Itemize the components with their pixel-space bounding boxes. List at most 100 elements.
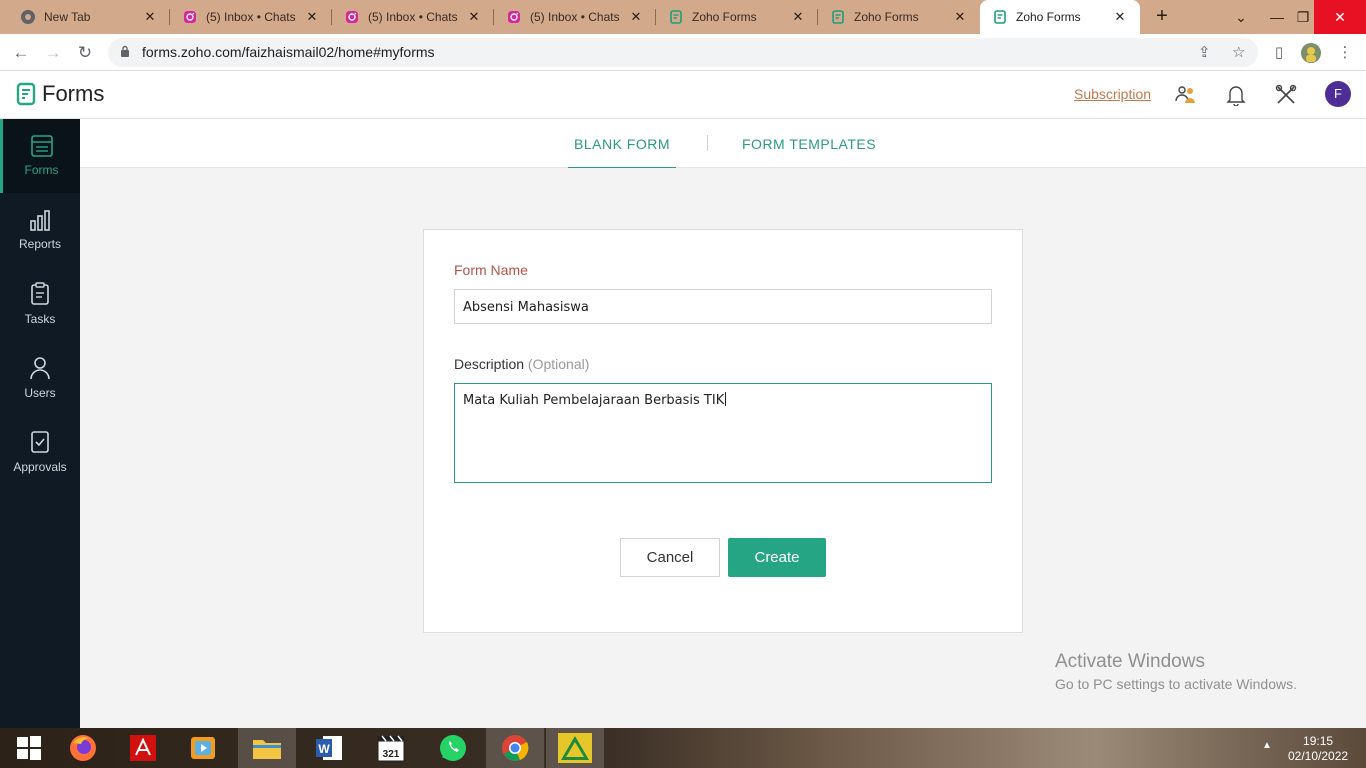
windows-start-icon[interactable] xyxy=(0,728,58,768)
forms-icon xyxy=(30,135,53,157)
browser-tab[interactable]: (5) Inbox • Chats ✕ xyxy=(494,0,656,34)
window-close-button[interactable]: ✕ xyxy=(1314,0,1366,34)
tray-expand-icon[interactable]: ▲ xyxy=(1262,740,1272,751)
form-name-label: Form Name xyxy=(454,262,528,278)
firefox-icon[interactable] xyxy=(54,728,112,768)
media-player-icon[interactable] xyxy=(174,728,232,768)
clipboard-icon xyxy=(31,282,49,305)
tab-title: Zoho Forms xyxy=(1016,10,1081,24)
forward-icon[interactable]: → xyxy=(42,42,64,64)
url-field[interactable]: forms.zoho.com/faizhaismail02/home#myfor… xyxy=(108,38,1258,67)
word-icon[interactable]: W xyxy=(300,728,358,768)
address-bar: ← → ↻ forms.zoho.com/faizhaismail02/home… xyxy=(0,34,1366,71)
create-button[interactable]: Create xyxy=(728,538,826,577)
watermark-subtitle: Go to PC settings to activate Windows. xyxy=(1055,676,1297,692)
share-icon[interactable]: ⇪ xyxy=(1198,43,1211,61)
close-tab-icon[interactable]: ✕ xyxy=(1112,9,1128,25)
chrome-menu-icon[interactable]: ⋮ xyxy=(1334,42,1356,64)
url-text: forms.zoho.com/faizhaismail02/home#myfor… xyxy=(142,44,435,60)
instagram-icon xyxy=(344,9,360,25)
zoho-forms-icon xyxy=(830,9,846,25)
app-green-triangle-icon[interactable] xyxy=(546,728,604,768)
team-users-icon[interactable] xyxy=(1174,83,1198,107)
taskbar-clock[interactable]: 19:15 02/10/2022 xyxy=(1288,734,1348,764)
settings-tools-icon[interactable] xyxy=(1274,83,1298,107)
sidebar-item-users[interactable]: Users xyxy=(0,341,80,415)
tab-form-templates[interactable]: FORM TEMPLATES xyxy=(742,136,876,152)
windows-taskbar: W 321 xyxy=(0,728,1366,768)
bookmark-star-icon[interactable]: ☆ xyxy=(1232,43,1245,61)
description-label-text: Description xyxy=(454,356,525,372)
app-header: Forms Subscription xyxy=(0,71,1366,119)
tab-title: Zoho Forms xyxy=(692,10,757,24)
form-name-input[interactable]: Absensi Mahasiswa xyxy=(454,289,992,324)
close-tab-icon[interactable]: ✕ xyxy=(628,9,644,25)
sidebar-item-reports[interactable]: Reports xyxy=(0,193,80,267)
clock-time: 19:15 xyxy=(1303,734,1334,748)
instagram-icon xyxy=(182,9,198,25)
instagram-icon xyxy=(506,9,522,25)
sidebar-item-label: Tasks xyxy=(24,312,56,326)
form-type-tabs: BLANK FORM FORM TEMPLATES xyxy=(80,119,1366,169)
description-textarea[interactable]: Mata Kuliah Pembelajaraan Berbasis TIK xyxy=(454,383,992,483)
description-label: Description (Optional) xyxy=(454,356,589,372)
approval-icon xyxy=(31,431,49,453)
brand[interactable]: Forms xyxy=(16,81,104,107)
new-tab-button[interactable]: + xyxy=(1150,5,1174,29)
app-name: Forms xyxy=(42,81,105,106)
browser-tab-strip: New Tab ✕ (5) Inbox • Chats ✕ (5) Inbox … xyxy=(0,0,1366,34)
user-avatar[interactable]: F xyxy=(1325,81,1351,107)
forms-logo-icon xyxy=(16,82,36,106)
svg-text:321: 321 xyxy=(383,749,400,760)
close-tab-icon[interactable]: ✕ xyxy=(304,9,320,25)
main-content: Form Name Absensi Mahasiswa Description … xyxy=(80,168,1366,728)
sidebar-item-label: Approvals xyxy=(13,460,67,474)
zoho-forms-icon xyxy=(992,9,1008,25)
description-text: Mata Kuliah Pembelajaraan Berbasis TIK xyxy=(463,393,725,408)
lock-icon xyxy=(120,45,130,60)
sidebar-item-approvals[interactable]: Approvals xyxy=(0,415,80,489)
create-form-card: Form Name Absensi Mahasiswa Description … xyxy=(423,229,1023,633)
user-icon xyxy=(30,357,50,380)
close-tab-icon[interactable]: ✕ xyxy=(466,9,482,25)
browser-tab-active[interactable]: Zoho Forms ✕ xyxy=(980,0,1140,34)
tab-title: (5) Inbox • Chats xyxy=(368,10,458,24)
sidebar-item-tasks[interactable]: Tasks xyxy=(0,267,80,341)
video-editor-icon[interactable]: 321 xyxy=(362,728,420,768)
sidebar-item-label: Reports xyxy=(18,237,62,251)
sidebar-item-forms[interactable]: Forms xyxy=(0,119,80,193)
browser-tab[interactable]: Zoho Forms ✕ xyxy=(656,0,818,34)
subscription-link[interactable]: Subscription xyxy=(1074,86,1151,102)
tab-divider xyxy=(707,135,708,151)
zoho-forms-icon xyxy=(668,9,684,25)
sidebar-item-label: Forms xyxy=(24,163,59,177)
watermark-title: Activate Windows xyxy=(1055,651,1205,672)
tab-title: Zoho Forms xyxy=(854,10,919,24)
activate-windows-watermark: Activate Windows Go to PC settings to ac… xyxy=(1055,651,1297,692)
close-tab-icon[interactable]: ✕ xyxy=(952,9,968,25)
text-caret xyxy=(725,392,727,406)
browser-tab[interactable]: Zoho Forms ✕ xyxy=(818,0,980,34)
close-tab-icon[interactable]: ✕ xyxy=(790,9,806,25)
chrome-icon xyxy=(20,9,36,25)
bar-chart-icon xyxy=(30,210,50,231)
sidebar-item-label: Users xyxy=(24,386,56,400)
acrobat-icon[interactable] xyxy=(114,728,172,768)
whatsapp-icon[interactable] xyxy=(424,728,482,768)
close-tab-icon[interactable]: ✕ xyxy=(142,9,158,25)
file-explorer-icon[interactable] xyxy=(238,728,296,768)
browser-tab[interactable]: New Tab ✕ xyxy=(0,0,170,34)
tab-title: (5) Inbox • Chats xyxy=(206,10,296,24)
svg-text:W: W xyxy=(318,742,330,756)
cancel-button[interactable]: Cancel xyxy=(620,538,720,577)
notification-bell-icon[interactable] xyxy=(1224,83,1248,107)
sidebar: Forms Reports Tasks Users Approvals xyxy=(0,119,80,728)
tab-blank-form[interactable]: BLANK FORM xyxy=(567,136,677,169)
profile-avatar-icon[interactable] xyxy=(1300,42,1322,64)
browser-tab[interactable]: (5) Inbox • Chats ✕ xyxy=(170,0,332,34)
browser-tab[interactable]: (5) Inbox • Chats ✕ xyxy=(332,0,494,34)
chrome-taskbar-icon[interactable] xyxy=(486,728,544,768)
reload-icon[interactable]: ↻ xyxy=(74,42,96,64)
side-panel-icon[interactable]: ▯ xyxy=(1268,42,1290,64)
back-icon[interactable]: ← xyxy=(10,42,32,64)
